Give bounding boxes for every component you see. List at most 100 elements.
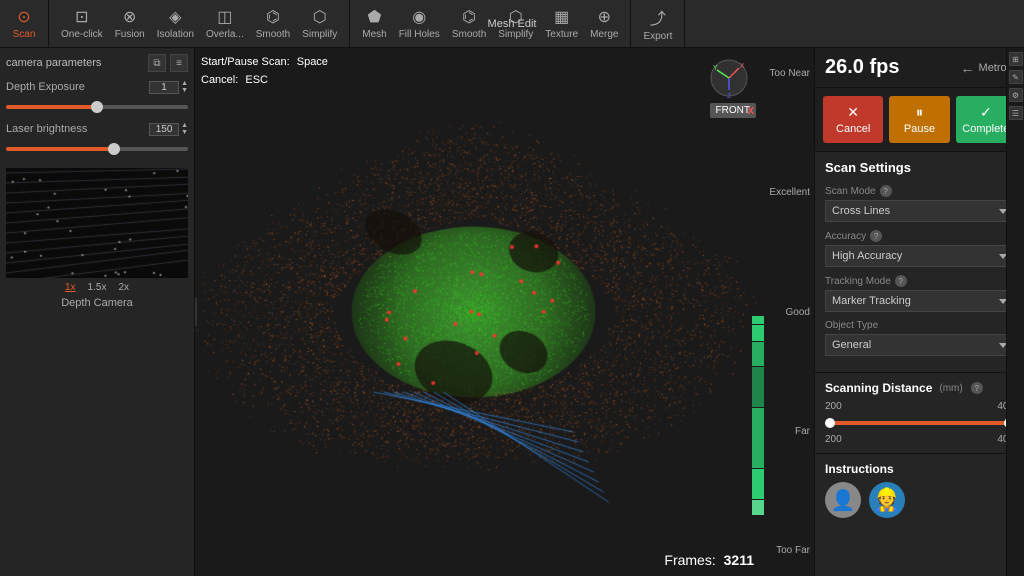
scan-info: Start/Pause Scan: Space Cancel: ESC — [201, 54, 328, 89]
scan-start-key: Space — [297, 56, 328, 68]
scan-mode-label: Scan Mode ? — [825, 185, 1014, 197]
zoom-1x-button[interactable]: 1x — [63, 282, 78, 293]
scan-label: Scan — [13, 29, 36, 40]
simplify-icon: ⬡ — [313, 7, 327, 27]
depth-exposure-input[interactable] — [149, 81, 179, 94]
scanning-distance-info-icon[interactable]: ? — [971, 382, 983, 394]
depth-exposure-row: Depth Exposure ▲ ▼ — [6, 80, 188, 112]
edge-btn-2[interactable]: ✎ — [1009, 70, 1023, 84]
depth-exposure-value: ▲ ▼ — [149, 80, 188, 94]
accuracy-info-icon[interactable]: ? — [870, 230, 882, 242]
fps-value: 26.0 fps — [825, 56, 899, 79]
mesh-smooth-button[interactable]: ⌬ Smooth — [446, 5, 492, 42]
oneclick-label: One-click — [61, 29, 103, 40]
panel-icon-copy[interactable]: ⧉ — [148, 54, 166, 72]
zoom-1-5x-button[interactable]: 1.5x — [86, 282, 109, 293]
edge-btn-1[interactable]: ⊞ — [1009, 52, 1023, 66]
object-type-text: Object Type — [825, 320, 878, 331]
center-label: Mesh Edit — [488, 18, 537, 30]
laser-brightness-text: Laser brightness — [6, 123, 87, 135]
mesh-button[interactable]: ⬟ Mesh — [356, 5, 392, 42]
fusion-label: Fusion — [115, 29, 145, 40]
oneclick-button[interactable]: ⊡ One-click — [55, 5, 109, 42]
depth-exposure-up[interactable]: ▲ — [181, 80, 188, 87]
cancel-button[interactable]: ✕ Cancel — [823, 96, 883, 143]
laser-brightness-arrows: ▲ ▼ — [181, 122, 188, 136]
axes-widget: X Y Z — [709, 58, 749, 98]
overlay-button[interactable]: ◫ Overla... — [200, 5, 250, 42]
panel-header-icons: ⧉ ≡ — [148, 54, 188, 72]
texture-icon: ▦ — [554, 7, 569, 27]
laser-brightness-down[interactable]: ▼ — [181, 129, 188, 136]
object-type-select[interactable]: General Dark Object Shiny Object — [825, 334, 1014, 356]
svg-text:Z: Z — [727, 93, 732, 98]
fill-holes-button[interactable]: ◉ Fill Holes — [393, 5, 446, 42]
merge-icon: ⊕ — [598, 7, 611, 27]
instructions-title: Instructions — [825, 462, 1014, 476]
accuracy-label: Accuracy ? — [825, 230, 1014, 242]
scan-button[interactable]: ⊙ Scan — [6, 5, 42, 42]
range-min-value: 200 — [825, 434, 842, 445]
cancel-label: Cancel — [836, 123, 870, 135]
scanning-distance-title: Scanning Distance — [825, 381, 932, 395]
fps-header: 26.0 fps ← MetroX — [815, 48, 1024, 88]
object-type-row: Object Type General Dark Object Shiny Ob… — [825, 320, 1014, 356]
pause-label: Pause — [904, 123, 935, 135]
scanning-distance-header: Scanning Distance (mm) ? — [825, 381, 1014, 395]
edge-btn-4[interactable]: ☰ — [1009, 106, 1023, 120]
scan-settings-title: Scan Settings — [825, 160, 911, 175]
scan-cancel-label: Cancel: — [201, 74, 238, 86]
cancel-icon: ✕ — [847, 104, 859, 121]
simplify-button[interactable]: ⬡ Simplify — [296, 5, 343, 42]
panel-icon-settings[interactable]: ≡ — [170, 54, 188, 72]
accuracy-select[interactable]: High Accuracy Medium Accuracy Low Accura… — [825, 245, 1014, 267]
collapse-arrow[interactable]: ◀ — [195, 298, 197, 326]
pause-button[interactable]: ⏸ Pause — [889, 96, 949, 143]
export-label: Export — [643, 31, 672, 42]
depth-exposure-down[interactable]: ▼ — [181, 87, 188, 94]
range-slider-container — [825, 416, 1014, 430]
quality-seg-6 — [752, 469, 764, 499]
simplify-label: Simplify — [302, 29, 337, 40]
smooth-icon: ⌬ — [266, 7, 280, 27]
tracking-mode-row: Tracking Mode ? Marker Tracking Feature … — [825, 275, 1014, 312]
quality-seg-7 — [752, 500, 764, 515]
right-panel: 26.0 fps ← MetroX ✕ Cancel ⏸ Pause ✓ Com… — [814, 48, 1024, 576]
scan-mode-info-icon[interactable]: ? — [880, 185, 892, 197]
frames-counter: Frames: 3211 — [664, 552, 754, 568]
range-thumb-left[interactable] — [825, 418, 835, 428]
laser-brightness-slider[interactable] — [6, 147, 188, 151]
isolation-button[interactable]: ◈ Isolation — [151, 5, 200, 42]
scan-mode-text: Scan Mode — [825, 186, 876, 197]
texture-label: Texture — [545, 29, 578, 40]
oneclick-group: ⊡ One-click ⊗ Fusion ◈ Isolation ◫ Overl… — [49, 0, 350, 47]
accuracy-row: Accuracy ? High Accuracy Medium Accuracy… — [825, 230, 1014, 267]
depth-exposure-slider[interactable] — [6, 105, 188, 109]
fill-holes-label: Fill Holes — [399, 29, 440, 40]
center-area[interactable]: Start/Pause Scan: Space Cancel: ESC X Y … — [195, 48, 814, 576]
export-button[interactable]: ⤴ Export — [637, 3, 678, 44]
zoom-2x-button[interactable]: 2x — [116, 282, 131, 293]
quality-bar — [752, 108, 764, 516]
instructions-panel: Instructions 👤 👷 — [815, 453, 1024, 526]
export-icon: ⤴ — [650, 5, 666, 29]
pause-icon: ⏸ — [916, 104, 923, 121]
oneclick-icon: ⊡ — [75, 7, 88, 27]
fusion-button[interactable]: ⊗ Fusion — [109, 5, 151, 42]
merge-button[interactable]: ⊕ Merge — [584, 5, 624, 42]
panel-title: camera parameters — [6, 57, 101, 69]
right-edge-toolbar: ⊞ ✎ ⚙ ☰ — [1006, 48, 1024, 576]
accuracy-text: Accuracy — [825, 231, 866, 242]
scan-icon: ⊙ — [17, 7, 30, 27]
laser-brightness-input[interactable] — [149, 123, 179, 136]
laser-brightness-up[interactable]: ▲ — [181, 122, 188, 129]
tracking-mode-info-icon[interactable]: ? — [895, 275, 907, 287]
smooth-button[interactable]: ⌬ Smooth — [250, 5, 296, 42]
scan-mode-select[interactable]: Cross Lines Single Line Area — [825, 200, 1014, 222]
texture-button[interactable]: ▦ Texture — [539, 5, 584, 42]
scan-settings-panel: Scan Settings ∨ Scan Mode ? Cross Lines … — [815, 152, 1024, 372]
mesh-smooth-icon: ⌬ — [462, 7, 476, 27]
depth-camera-label: Depth Camera — [6, 297, 188, 309]
edge-btn-3[interactable]: ⚙ — [1009, 88, 1023, 102]
tracking-mode-select[interactable]: Marker Tracking Feature Tracking Hybrid — [825, 290, 1014, 312]
